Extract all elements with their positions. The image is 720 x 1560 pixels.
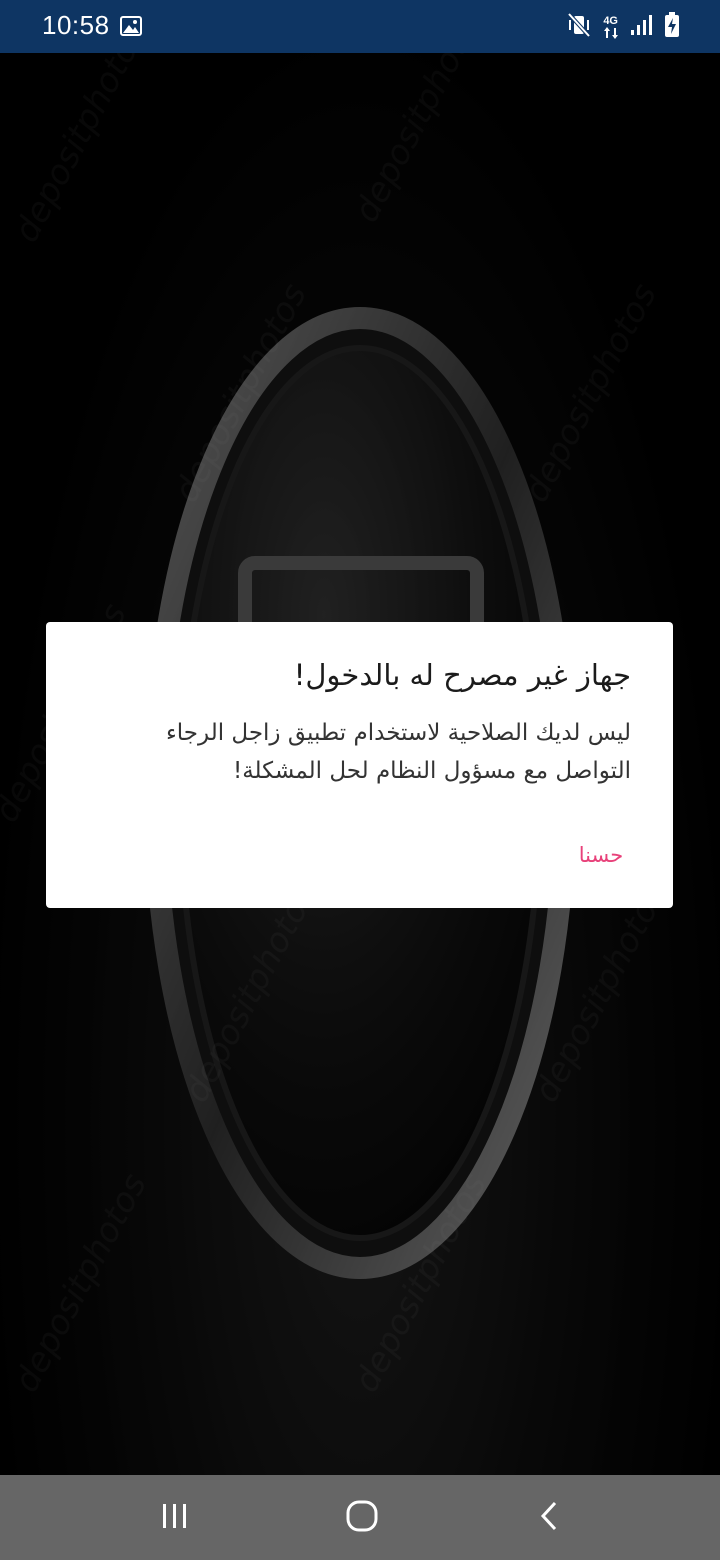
- network-4g-icon: 4G: [603, 15, 618, 39]
- home-button[interactable]: [302, 1475, 422, 1560]
- back-icon: [538, 1500, 560, 1536]
- ok-button[interactable]: حسنا: [561, 832, 641, 878]
- home-icon: [345, 1499, 379, 1537]
- dialog-message: ليس لديك الصلاحية لاستخدام تطبيق زاجل ال…: [165, 720, 631, 784]
- status-time: 10:58: [42, 10, 110, 40]
- unauthorized-device-dialog: جهاز غير مصرح له بالدخول! ليس لديك الصلا…: [46, 622, 673, 908]
- back-button[interactable]: [489, 1475, 609, 1560]
- signal-icon: [630, 14, 652, 40]
- navigation-bar: [0, 1475, 720, 1560]
- battery-charging-icon: [664, 12, 680, 42]
- image-icon: [120, 16, 142, 40]
- mute-vibrate-icon: [567, 12, 591, 42]
- network-type-label: 4G: [603, 15, 618, 27]
- recent-apps-icon: [160, 1501, 190, 1535]
- recent-apps-button[interactable]: [115, 1475, 235, 1560]
- dialog-title: جهاز غير مصرح له بالدخول!: [293, 658, 631, 692]
- status-bar: 10:58 4G: [0, 0, 720, 53]
